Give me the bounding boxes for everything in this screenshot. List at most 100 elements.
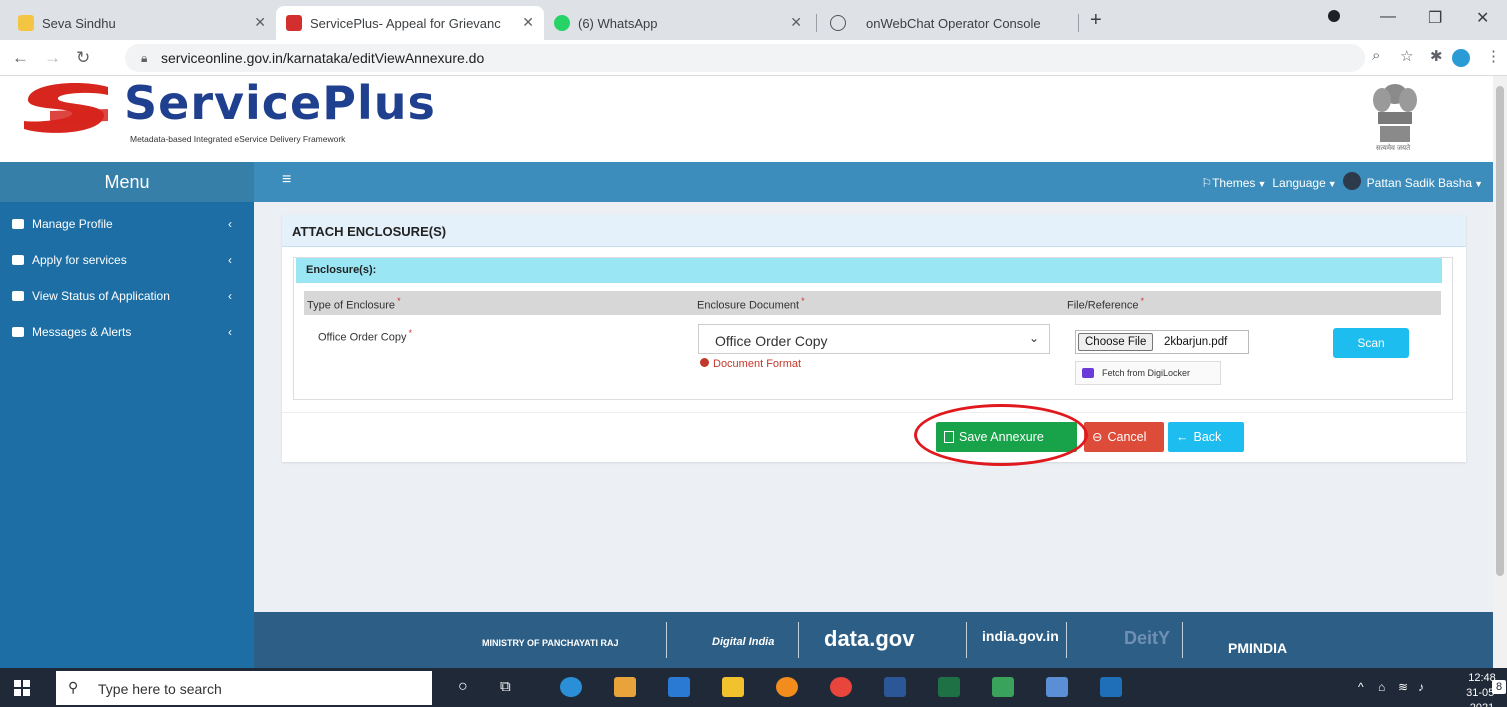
top-navbar: ≡ ⚐Themes ▼ Language ▼ Pattan Sadik Basha ▼ bbox=[254, 162, 1493, 202]
themes-dropdown[interactable]: ⚐Themes ▼ bbox=[1201, 176, 1266, 190]
reload-icon[interactable]: ↻ bbox=[76, 48, 90, 68]
app-icon[interactable] bbox=[1100, 677, 1122, 697]
firefox-app-icon[interactable] bbox=[776, 677, 798, 697]
wifi-icon[interactable]: ≋ bbox=[1398, 680, 1408, 694]
tab-title: ServicePlus- Appeal for Grievanc bbox=[310, 15, 501, 31]
close-tab-icon[interactable]: ✕ bbox=[254, 14, 266, 31]
windows-start-icon[interactable] bbox=[14, 680, 30, 696]
search-icon: ⚲ bbox=[68, 679, 79, 695]
message-icon bbox=[12, 327, 24, 337]
chevron-down-icon: ⌄ bbox=[1028, 331, 1039, 345]
tab-serviceplus[interactable]: ServicePlus- Appeal for Grievanc ✕ bbox=[276, 6, 544, 40]
user-avatar[interactable] bbox=[1342, 172, 1361, 190]
serviceplus-logo-icon bbox=[24, 83, 108, 133]
column-header-file: File/Reference * bbox=[1067, 296, 1144, 312]
sidebar-item-view-status[interactable]: View Status of Application ‹ bbox=[0, 278, 254, 314]
sidebar-item-apply-for-services[interactable]: Apply for services ‹ bbox=[0, 242, 254, 278]
store-app-icon[interactable] bbox=[614, 677, 636, 697]
tab-whatsapp[interactable]: (6) WhatsApp ✕ bbox=[544, 6, 812, 40]
panel-divider bbox=[282, 412, 1466, 413]
enclosure-type-label: Office Order Copy * bbox=[318, 328, 412, 344]
excel-app-icon[interactable] bbox=[938, 677, 960, 697]
user-dropdown[interactable]: Pattan Sadik Basha ▼ bbox=[1367, 176, 1483, 190]
volume-icon[interactable]: ♪ bbox=[1418, 680, 1424, 694]
pmindia-logo[interactable]: PMINDIA bbox=[1228, 640, 1287, 656]
tray-network-icon[interactable]: ⌂ bbox=[1378, 680, 1385, 694]
choose-file-button[interactable]: Choose File bbox=[1078, 333, 1154, 351]
india-gov-logo[interactable]: india.gov.in bbox=[982, 628, 1059, 644]
language-label: Language bbox=[1272, 176, 1326, 190]
scrollbar-thumb[interactable] bbox=[1496, 86, 1504, 576]
bookmark-star-icon[interactable]: ☆ bbox=[1400, 47, 1413, 65]
close-tab-icon[interactable]: ✕ bbox=[522, 14, 534, 31]
edge-app-icon[interactable] bbox=[560, 677, 582, 697]
extensions-puzzle-icon[interactable]: ✱ bbox=[1430, 47, 1443, 65]
restore-button[interactable]: ❐ bbox=[1428, 8, 1442, 28]
page-scrollbar[interactable] bbox=[1493, 76, 1507, 668]
required-marker: * bbox=[397, 296, 401, 306]
back-label: Back bbox=[1193, 430, 1222, 444]
required-marker: * bbox=[801, 296, 805, 306]
digilocker-label: Fetch from DigiLocker bbox=[1102, 368, 1191, 378]
column-header-type: Type of Enclosure * bbox=[307, 296, 401, 312]
sidebar-item-messages-alerts[interactable]: Messages & Alerts ‹ bbox=[0, 314, 254, 350]
new-tab-button[interactable]: + bbox=[1090, 9, 1102, 32]
scan-button[interactable]: Scan bbox=[1333, 328, 1409, 358]
hamburger-menu-icon[interactable]: ≡ bbox=[282, 171, 291, 189]
document-format-link[interactable]: Document Format bbox=[700, 358, 801, 370]
sidebar-item-label: Messages & Alerts bbox=[32, 325, 132, 339]
zoom-icon[interactable]: ⌕ bbox=[1372, 47, 1380, 64]
users-icon bbox=[12, 219, 24, 229]
file-explorer-icon[interactable] bbox=[722, 677, 744, 697]
app-icon[interactable] bbox=[1046, 677, 1068, 697]
user-name: Pattan Sadik Basha bbox=[1366, 176, 1473, 190]
url-field[interactable]: 🔒︎ serviceonline.gov.in/karnataka/editVi… bbox=[125, 44, 1365, 72]
enclosure-document-select[interactable]: Office Order Copy ⌄ bbox=[698, 324, 1050, 354]
chrome-app-icon[interactable] bbox=[830, 677, 852, 697]
status-icon bbox=[12, 291, 24, 301]
panchayati-raj-logo[interactable]: MINISTRY OF PANCHAYATI RAJ bbox=[482, 638, 619, 648]
cancel-button[interactable]: ⊖ Cancel bbox=[1084, 422, 1164, 452]
address-bar-row: ← → ↻ 🔒︎ serviceonline.gov.in/karnataka/… bbox=[0, 40, 1507, 76]
profile-icon[interactable] bbox=[1328, 10, 1340, 22]
close-tab-icon[interactable]: ✕ bbox=[790, 14, 802, 31]
account-avatar-icon[interactable] bbox=[1452, 49, 1470, 67]
fetch-digilocker-button[interactable]: Fetch from DigiLocker bbox=[1075, 361, 1221, 385]
tray-chevron-up-icon[interactable]: ^ bbox=[1358, 680, 1364, 694]
footer-separator bbox=[1066, 622, 1067, 658]
select-value: Office Order Copy bbox=[715, 333, 828, 349]
file-input[interactable]: Choose File 2kbarjun.pdf bbox=[1075, 330, 1249, 354]
menu-heading: Menu bbox=[0, 162, 254, 202]
back-arrow-icon[interactable]: ← bbox=[12, 48, 29, 68]
chevron-left-icon: ‹ bbox=[228, 253, 232, 267]
data-gov-logo[interactable]: data.gov bbox=[824, 626, 914, 652]
info-circle-icon bbox=[700, 358, 709, 367]
cortana-icon[interactable]: ○ bbox=[458, 678, 468, 696]
task-view-icon[interactable]: ⧉ bbox=[500, 678, 511, 695]
footer-separator bbox=[1182, 622, 1183, 658]
paint-app-icon[interactable] bbox=[992, 677, 1014, 697]
tab-onwebchat-label[interactable]: onWebChat Operator Console bbox=[832, 6, 1082, 40]
column-header-document: Enclosure Document * bbox=[697, 296, 805, 312]
required-marker: * bbox=[1140, 296, 1145, 306]
forward-arrow-icon[interactable]: → bbox=[44, 48, 61, 68]
footer-separator bbox=[966, 622, 967, 658]
minimize-button[interactable]: — bbox=[1380, 8, 1396, 26]
mail-app-icon[interactable] bbox=[668, 677, 690, 697]
brand-logo-text: ServicePlus bbox=[124, 76, 436, 130]
taskbar-search-input[interactable]: ⚲ Type here to search bbox=[56, 671, 432, 705]
digital-india-logo[interactable]: Digital India bbox=[712, 636, 774, 648]
sidebar-item-label: View Status of Application bbox=[32, 289, 170, 303]
panel-header: ATTACH ENCLOSURE(S) bbox=[282, 215, 1466, 247]
close-window-button[interactable]: ✕ bbox=[1476, 8, 1489, 28]
browser-menu-icon[interactable]: ⋮ bbox=[1486, 47, 1501, 65]
document-format-text: Document Format bbox=[713, 358, 802, 370]
tab-seva-sindhu[interactable]: Seva Sindhu ✕ bbox=[8, 6, 276, 40]
notification-badge[interactable]: 8 bbox=[1492, 680, 1506, 694]
sidebar-item-manage-profile[interactable]: Manage Profile ‹ bbox=[0, 206, 254, 242]
word-app-icon[interactable] bbox=[884, 677, 906, 697]
enclosure-box: Enclosure(s): Type of Enclosure * Enclosu… bbox=[293, 257, 1453, 400]
back-button[interactable]: ← Back bbox=[1168, 422, 1244, 452]
deity-logo[interactable]: DeitY bbox=[1124, 628, 1170, 649]
language-dropdown[interactable]: Language ▼ bbox=[1272, 176, 1336, 190]
